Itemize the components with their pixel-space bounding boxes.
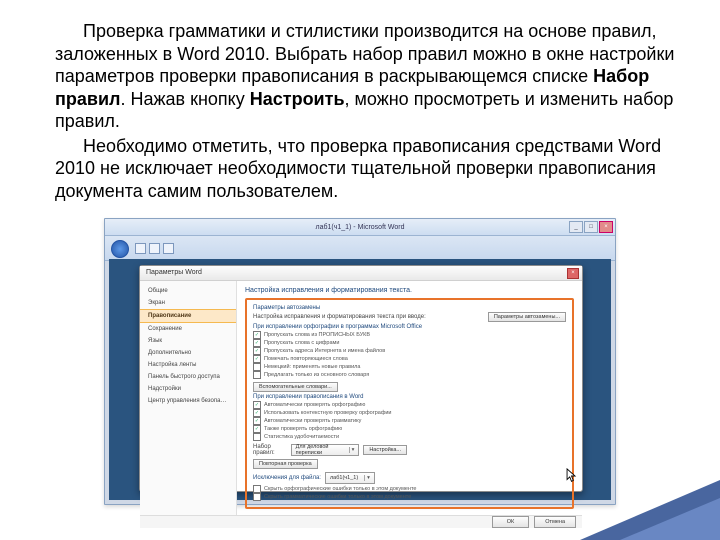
quick-access-toolbar xyxy=(135,243,174,254)
checkbox-label: Пропускать слова с цифрами xyxy=(264,339,339,347)
checkbox-row: Предлагать только из основного словаря xyxy=(253,371,566,379)
exceptions-file-dropdown[interactable]: лаб1(ч1_1) ▾ xyxy=(325,472,375,484)
checkbox[interactable]: ✓ xyxy=(253,331,261,339)
checkbox-label: Помечать повторяющиеся слова xyxy=(264,355,348,363)
qat-icon[interactable] xyxy=(149,243,160,254)
exceptions-title: Исключения для файла: xyxy=(253,475,321,481)
word-window: лаб1(ч1_1) - Microsoft Word _ □ × Параме… xyxy=(104,218,616,505)
exceptions-checks: Скрыть орфографические ошибки только в э… xyxy=(253,485,566,501)
word-title: лаб1(ч1_1) - Microsoft Word xyxy=(105,224,615,231)
p1-mid: . Нажав кнопку xyxy=(120,89,249,109)
checkbox[interactable]: ✓ xyxy=(253,347,261,355)
checkbox-row: ✓Пропускать слова из ПРОПИСНЫХ БУКВ xyxy=(253,331,566,339)
checkbox-row: ✓Помечать повторяющиеся слова xyxy=(253,355,566,363)
checkbox[interactable]: ✓ xyxy=(253,417,261,425)
checkbox-label: Автоматически проверять грамматику xyxy=(264,417,361,425)
dialog-main: Настройка исправления и форматирования т… xyxy=(237,281,582,515)
dialog-footer: ОК Отмена xyxy=(140,515,582,528)
checkbox[interactable]: ✓ xyxy=(253,409,261,417)
dialog-close-button[interactable]: × xyxy=(567,268,579,279)
ruleset-dropdown[interactable]: Для деловой переписки ▾ xyxy=(291,444,360,456)
checkbox-row: ✓Автоматически проверять орфографию xyxy=(253,401,566,409)
ruleset-settings-button[interactable]: Настройка... xyxy=(363,445,407,455)
checkbox-label: Использовать контекстную проверку орфогр… xyxy=(264,409,392,417)
checkbox-label: Пропускать адреса Интернета и имена файл… xyxy=(264,347,385,355)
p1-pre: Проверка грамматики и стилистики произво… xyxy=(55,21,674,86)
qat-icon[interactable] xyxy=(163,243,174,254)
checkbox[interactable] xyxy=(253,493,261,501)
word-ribbon xyxy=(105,236,615,261)
cancel-button[interactable]: Отмена xyxy=(534,516,576,528)
dialog-title-text: Параметры Word xyxy=(146,269,202,276)
chevron-down-icon: ▾ xyxy=(364,475,372,481)
proofing-options-box: Параметры автозамены Настройка исправлен… xyxy=(245,298,574,509)
sidebar-item[interactable]: Правописание xyxy=(140,309,236,323)
checkbox-row: ✓Автоматически проверять грамматику xyxy=(253,417,566,425)
close-button[interactable]: × xyxy=(599,221,613,233)
paragraph-2: Необходимо отметить, что проверка правоп… xyxy=(55,135,680,203)
dialog-sidebar: ОбщиеЭкранПравописаниеСохранениеЯзыкДопо… xyxy=(140,281,237,515)
maximize-button[interactable]: □ xyxy=(584,221,598,233)
checkbox[interactable] xyxy=(253,433,261,441)
ok-button[interactable]: ОК xyxy=(492,516,529,528)
autocorrect-options-button[interactable]: Параметры автозамены... xyxy=(488,312,566,322)
checkbox-row: Скрыть грамматические ошибки только в эт… xyxy=(253,493,566,501)
checkbox-label: Автоматически проверять орфографию xyxy=(264,401,365,409)
checkbox[interactable]: ✓ xyxy=(253,401,261,409)
sidebar-item[interactable]: Сохранение xyxy=(140,323,236,335)
chevron-down-icon: ▾ xyxy=(349,447,357,453)
ruleset-label: Набор правил: xyxy=(253,444,287,456)
autocorrect-desc: Настройка исправления и форматирования т… xyxy=(253,314,426,320)
word-spelling-checks: ✓Автоматически проверять орфографию✓Испо… xyxy=(253,401,566,441)
checkbox-label: Скрыть грамматические ошибки только в эт… xyxy=(264,493,411,501)
sidebar-item[interactable]: Общие xyxy=(140,285,236,297)
office-spelling-section-title: При исправлении орфографии в программах … xyxy=(253,324,566,330)
checkbox-label: Предлагать только из основного словаря xyxy=(264,371,369,379)
dialog-title: Параметры Word × xyxy=(140,266,582,281)
checkbox-label: Немецкий: применять новые правила xyxy=(264,363,360,371)
office-orb-icon[interactable] xyxy=(111,240,129,258)
checkbox[interactable] xyxy=(253,363,261,371)
checkbox-row: Немецкий: применять новые правила xyxy=(253,363,566,371)
explanatory-text: Проверка грамматики и стилистики произво… xyxy=(0,0,720,214)
word-options-dialog: Параметры Word × ОбщиеЭкранПравописаниеС… xyxy=(139,265,583,492)
checkbox-row: ✓Использовать контекстную проверку орфог… xyxy=(253,409,566,417)
sidebar-item[interactable]: Центр управления безопасностью xyxy=(140,395,236,407)
sidebar-item[interactable]: Дополнительно xyxy=(140,347,236,359)
sidebar-item[interactable]: Настройка ленты xyxy=(140,359,236,371)
sidebar-item[interactable]: Экран xyxy=(140,297,236,309)
qat-icon[interactable] xyxy=(135,243,146,254)
dialog-heading: Настройка исправления и форматирования т… xyxy=(245,287,574,294)
sidebar-item[interactable]: Надстройки xyxy=(140,383,236,395)
exceptions-file-value: лаб1(ч1_1) xyxy=(328,475,364,481)
custom-dictionaries-button[interactable]: Вспомогательные словари... xyxy=(253,382,338,392)
checkbox-label: Скрыть орфографические ошибки только в э… xyxy=(264,485,416,493)
checkbox-row: ✓Также проверять орфографию xyxy=(253,425,566,433)
paragraph-1: Проверка грамматики и стилистики произво… xyxy=(55,20,680,133)
checkbox[interactable]: ✓ xyxy=(253,339,261,347)
ruleset-value: Для деловой переписки xyxy=(294,444,349,456)
checkbox-label: Статистика удобочитаемости xyxy=(264,433,339,441)
sidebar-item[interactable]: Язык xyxy=(140,335,236,347)
checkbox[interactable] xyxy=(253,371,261,379)
office-spelling-checks: ✓Пропускать слова из ПРОПИСНЫХ БУКВ✓Проп… xyxy=(253,331,566,379)
checkbox[interactable]: ✓ xyxy=(253,355,261,363)
word-document-area: Параметры Word × ОбщиеЭкранПравописаниеС… xyxy=(109,259,611,500)
sidebar-item[interactable]: Панель быстрого доступа xyxy=(140,371,236,383)
checkbox-row: Статистика удобочитаемости xyxy=(253,433,566,441)
checkbox-row: ✓Пропускать адреса Интернета и имена фай… xyxy=(253,347,566,355)
word-titlebar: лаб1(ч1_1) - Microsoft Word _ □ × xyxy=(105,219,615,236)
minimize-button[interactable]: _ xyxy=(569,221,583,233)
checkbox-label: Также проверять орфографию xyxy=(264,425,342,433)
p1-bold-settings: Настроить xyxy=(250,89,345,109)
checkbox-row: Скрыть орфографические ошибки только в э… xyxy=(253,485,566,493)
checkbox-row: ✓Пропускать слова с цифрами xyxy=(253,339,566,347)
checkbox[interactable] xyxy=(253,485,261,493)
recheck-button[interactable]: Повторная проверка xyxy=(253,459,318,469)
checkbox-label: Пропускать слова из ПРОПИСНЫХ БУКВ xyxy=(264,331,370,339)
slide-decoration xyxy=(620,498,720,540)
autocorrect-section-title: Параметры автозамены xyxy=(253,305,566,311)
word-spelling-section-title: При исправлении правописания в Word xyxy=(253,394,566,400)
checkbox[interactable]: ✓ xyxy=(253,425,261,433)
